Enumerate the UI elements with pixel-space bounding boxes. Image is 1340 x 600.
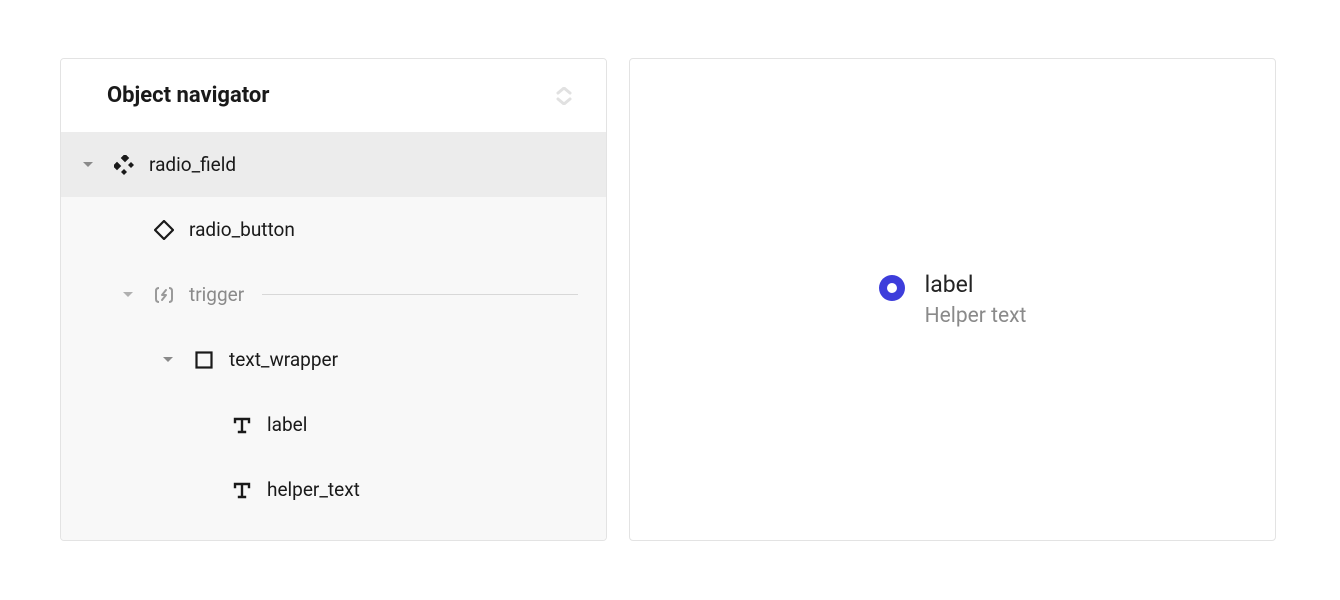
radio-dot-icon xyxy=(887,283,897,293)
diamond-icon xyxy=(153,219,175,241)
tree-item-label: trigger xyxy=(189,283,244,306)
tree-item-trigger[interactable]: trigger xyxy=(61,262,606,327)
collapse-panel-button[interactable] xyxy=(554,86,574,106)
radio-label: label xyxy=(925,271,1027,298)
tree-item-text-wrapper[interactable]: text_wrapper xyxy=(61,327,606,392)
tree-item-label: radio_field xyxy=(149,153,236,176)
navigator-tree: radio_field radio_button xyxy=(61,132,606,540)
tree-item-label: radio_button xyxy=(189,218,295,241)
tree-item-helper-text-node[interactable]: helper_text xyxy=(61,457,606,522)
radio-field-preview: label Helper text xyxy=(879,271,1027,328)
frame-icon xyxy=(193,349,215,371)
tree-item-label-node[interactable]: label xyxy=(61,392,606,457)
text-icon xyxy=(231,414,253,436)
tree-item-label: text_wrapper xyxy=(229,348,338,371)
trigger-icon xyxy=(153,284,175,306)
text-icon xyxy=(231,479,253,501)
preview-panel: label Helper text xyxy=(629,58,1276,541)
tree-item-radio-button[interactable]: radio_button xyxy=(61,197,606,262)
object-navigator-panel: Object navigator xyxy=(60,58,607,541)
navigator-header: Object navigator xyxy=(61,59,606,132)
tree-item-label: helper_text xyxy=(267,478,360,501)
navigator-title: Object navigator xyxy=(107,83,269,108)
text-wrapper: label Helper text xyxy=(925,271,1027,328)
radio-button[interactable] xyxy=(879,275,905,301)
collapse-icon xyxy=(555,87,573,105)
component-icon xyxy=(113,154,135,176)
tree-item-label: label xyxy=(267,413,307,436)
radio-helper-text: Helper text xyxy=(925,304,1027,328)
divider xyxy=(262,294,578,295)
chevron-down-icon[interactable] xyxy=(121,288,135,302)
tree-item-radio-field[interactable]: radio_field xyxy=(61,132,606,197)
chevron-down-icon[interactable] xyxy=(81,158,95,172)
chevron-down-icon[interactable] xyxy=(161,353,175,367)
